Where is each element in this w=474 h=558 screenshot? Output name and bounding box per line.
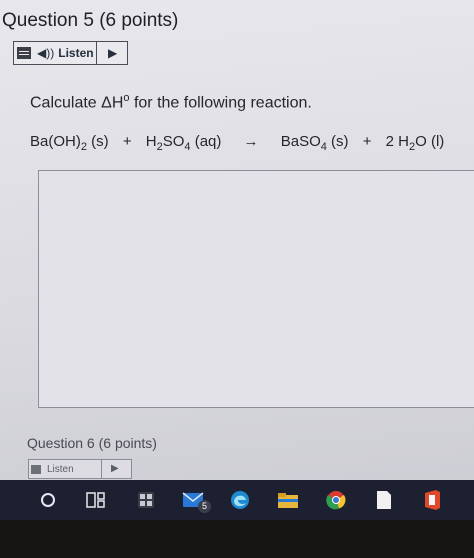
reactant-2: H2SO4 (aq) — [145, 133, 222, 153]
monitor-bezel — [0, 520, 474, 558]
listen-widget[interactable]: ◀)) Listen ▶ — [13, 41, 128, 65]
office-icon[interactable] — [420, 488, 444, 512]
question-title: Question 5 — [2, 10, 94, 31]
reaction-arrow: → — [243, 133, 259, 150]
prompt-suffix: for the following reaction. — [129, 94, 312, 112]
listen-label[interactable]: Listen — [58, 46, 93, 60]
task-view-icon[interactable] — [84, 488, 108, 512]
mail-icon[interactable]: 5 — [182, 488, 211, 513]
notes-icon[interactable] — [372, 488, 396, 512]
calculator-icon[interactable] — [134, 488, 158, 512]
reactant-1: Ba(OH)2 (s) — [30, 133, 109, 153]
start-icon[interactable] — [36, 488, 60, 512]
plus-sign: + — [122, 133, 132, 150]
mail-badge: 5 — [198, 500, 211, 513]
question-prompt: Calculate ΔHo for the following reaction… — [30, 92, 312, 112]
question-points: (6 points) — [99, 10, 179, 31]
menu-icon[interactable] — [17, 47, 31, 59]
reaction-equation: Ba(OH)2 (s) + H2SO4 (aq) → BaSO4 (s) + 2… — [30, 133, 444, 153]
play-icon[interactable]: ▶ — [111, 463, 119, 474]
file-explorer-icon[interactable] — [276, 488, 300, 512]
edge-icon[interactable] — [228, 488, 252, 512]
next-question-title: Question 6 — [27, 435, 95, 451]
next-question-header: Question 6 (6 points) — [27, 435, 157, 451]
listen-divider — [101, 460, 102, 478]
windows-taskbar: 5 — [0, 480, 474, 520]
next-question-points: (6 points) — [98, 435, 157, 451]
product-2: 2 H2O (l) — [385, 133, 445, 153]
plus-sign: + — [362, 133, 372, 150]
product-1: BaSO4 (s) — [280, 133, 349, 153]
listen-divider — [96, 42, 97, 64]
listen-widget-2[interactable]: Listen ▶ — [28, 459, 132, 479]
chrome-icon[interactable] — [324, 488, 348, 512]
answer-textbox[interactable] — [38, 170, 474, 408]
prompt-prefix: Calculate ΔH — [30, 94, 124, 112]
menu-icon[interactable] — [31, 464, 41, 474]
speaker-icon: ◀)) — [37, 46, 55, 60]
browser-page: Question 5 (6 points) ◀)) Listen ▶ Calcu… — [0, 0, 474, 490]
question-header: Question 5 (6 points) — [2, 10, 178, 32]
play-icon[interactable]: ▶ — [108, 46, 117, 60]
listen-label-2[interactable]: Listen — [47, 464, 74, 475]
